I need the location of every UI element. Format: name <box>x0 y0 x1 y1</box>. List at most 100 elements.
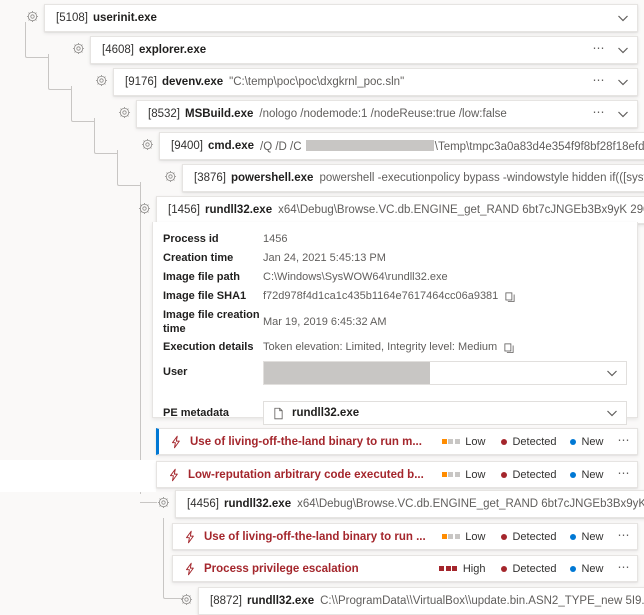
detail-label: Image file path <box>163 270 263 285</box>
chevron-down-icon[interactable] <box>615 42 631 58</box>
severity-square-empty <box>448 472 453 477</box>
alert-bolt-icon <box>167 468 181 482</box>
process-pid: [9176] <box>125 76 157 88</box>
detail-row-process-id: Process id 1456 <box>153 230 637 249</box>
pe-metadata-dropdown[interactable]: rundll32.exe <box>263 401 627 425</box>
process-row[interactable]: [8532] MSBuild.exe /nologo /nodemode:1 /… <box>137 101 637 127</box>
process-name: MSBuild.exe <box>185 108 253 120</box>
process-node-cmd[interactable]: [9400] cmd.exe /Q /D /C \Temp\tmpc3a0a83… <box>141 132 638 160</box>
detail-label: User <box>163 361 263 380</box>
more-actions-button[interactable]: ⋯ <box>589 107 616 121</box>
user-dropdown[interactable] <box>263 361 627 385</box>
more-actions-button[interactable]: ⋯ <box>589 43 616 57</box>
process-node-rundll32-1456[interactable]: [1456] rundll32.exe x64\Debug\Browse.VC.… <box>134 196 638 224</box>
process-args: C:\\ProgramData\\VirtualBox\\update.bin.… <box>320 595 644 607</box>
alert-row[interactable]: Process privilege escalation High Detect… <box>172 555 638 582</box>
process-pid: [1456] <box>168 204 200 216</box>
process-name: userinit.exe <box>93 12 157 24</box>
alert-row[interactable]: Use of living-off-the-land binary to run… <box>172 523 638 550</box>
severity-square-filled <box>452 566 457 571</box>
severity-indicator: Low <box>442 436 486 448</box>
process-pid: [9400] <box>171 140 203 152</box>
process-name: devenv.exe <box>162 76 223 88</box>
process-node-devenv[interactable]: [9176] devenv.exe "C:\temp\poc\poc\dxgkr… <box>95 68 638 96</box>
detail-value: f72d978f4d1ca1c435b1164e7617464cc06a9381 <box>263 289 498 304</box>
process-pid: [8872] <box>210 595 242 607</box>
process-row[interactable]: [4456] rundll32.exe x64\Debug\Browse.VC.… <box>176 491 644 517</box>
redacted-value <box>306 140 434 151</box>
process-gear-icon <box>95 74 108 87</box>
process-gear-icon <box>26 10 39 23</box>
process-node-rundll32-8872[interactable]: [8872] rundll32.exe C:\\ProgramData\\Vir… <box>180 587 638 615</box>
process-node-msbuild[interactable]: [8532] MSBuild.exe /nologo /nodemode:1 /… <box>118 100 638 128</box>
process-pid: [5108] <box>56 12 88 24</box>
alert-classification: New <box>570 531 603 543</box>
detail-row-image-file-path: Image file path C:\Windows\SysWOW64\rund… <box>153 268 637 287</box>
status-label: Detected <box>512 563 556 575</box>
severity-indicator: Low <box>442 469 486 481</box>
chevron-down-icon[interactable] <box>615 10 631 26</box>
detail-label: Process id <box>163 232 263 247</box>
alert-title: Use of living-off-the-land binary to run… <box>204 531 442 543</box>
severity-square-empty <box>455 534 460 539</box>
classification-label: New <box>581 563 603 575</box>
tree-connector <box>94 118 118 154</box>
process-gear-icon <box>118 106 131 119</box>
process-row[interactable]: [5108] userinit.exe <box>45 5 637 31</box>
detail-row-image-file-sha1: Image file SHA1 f72d978f4d1ca1c435b1164e… <box>153 287 637 306</box>
pe-metadata-value: rundll32.exe <box>292 407 359 419</box>
process-gear-icon <box>157 496 170 509</box>
chevron-down-icon[interactable] <box>615 74 631 90</box>
redacted-value <box>264 362 430 384</box>
alert-row[interactable]: Use of living-off-the-land binary to run… <box>156 428 638 455</box>
detail-row-execution-details: Execution details Token elevation: Limit… <box>153 338 637 357</box>
status-dot-icon <box>501 534 507 540</box>
alert-classification: New <box>570 436 603 448</box>
process-gear-icon <box>180 593 193 606</box>
process-row[interactable]: [8872] rundll32.exe C:\\ProgramData\\Vir… <box>199 588 644 614</box>
process-name: explorer.exe <box>139 44 206 56</box>
more-actions-button[interactable]: ⋯ <box>618 531 632 543</box>
process-args: "C:\temp\poc\poc\dxgkrnl_poc.sln" <box>229 76 582 88</box>
process-row[interactable]: [4608] explorer.exe ⋯ <box>91 37 637 63</box>
process-row[interactable]: [3876] powershell.exe powershell -execut… <box>183 165 644 191</box>
process-args: x64\Debug\Browse.VC.db.ENGINE_get_RAND 6… <box>278 204 644 216</box>
alert-bolt-icon <box>169 435 183 449</box>
chevron-down-icon[interactable] <box>604 405 620 421</box>
status-label: Detected <box>512 531 556 543</box>
copy-icon[interactable] <box>504 291 516 303</box>
more-actions-button[interactable]: ⋯ <box>589 75 616 89</box>
chevron-down-icon[interactable] <box>615 106 631 122</box>
detail-label: Creation time <box>163 251 263 266</box>
copy-icon[interactable] <box>503 342 515 354</box>
tree-connector <box>71 86 95 122</box>
process-node-explorer[interactable]: [4608] explorer.exe ⋯ <box>72 36 638 64</box>
severity-square-filled <box>442 472 447 477</box>
detail-value: Jan 24, 2021 5:45:13 PM <box>263 251 627 266</box>
more-actions-button[interactable]: ⋯ <box>618 469 632 481</box>
status-dot-icon <box>501 472 507 478</box>
status-label: Detected <box>512 436 556 448</box>
chevron-down-icon[interactable] <box>604 365 620 381</box>
process-gear-icon <box>141 138 154 151</box>
severity-square-filled <box>439 566 444 571</box>
process-gear-icon <box>72 42 85 55</box>
classification-dot-icon <box>570 439 576 445</box>
process-details-panel: Process id 1456 Creation time Jan 24, 20… <box>152 222 638 418</box>
process-gear-icon <box>164 170 177 183</box>
process-args: /nologo /nodemode:1 /nodeReuse:true /low… <box>259 108 582 120</box>
alert-row[interactable]: Low-reputation arbitrary code executed b… <box>156 461 638 488</box>
process-name: rundll32.exe <box>224 498 291 510</box>
process-row[interactable]: [1456] rundll32.exe x64\Debug\Browse.VC.… <box>157 197 644 223</box>
more-actions-button[interactable]: ⋯ <box>618 563 632 575</box>
process-node-userinit[interactable]: [5108] userinit.exe <box>26 4 638 32</box>
detail-value: C:\Windows\SysWOW64\rundll32.exe <box>263 270 627 285</box>
detail-row-pe-metadata: PE metadata rundll32.exe <box>153 387 637 427</box>
process-row[interactable]: [9400] cmd.exe /Q /D /C \Temp\tmpc3a0a83… <box>160 133 644 159</box>
process-row[interactable]: [9176] devenv.exe "C:\temp\poc\poc\dxgkr… <box>114 69 637 95</box>
more-actions-button[interactable]: ⋯ <box>618 436 632 448</box>
process-node-powershell[interactable]: [3876] powershell.exe powershell -execut… <box>164 164 638 192</box>
process-pid: [8532] <box>148 108 180 120</box>
process-node-rundll32-4456[interactable]: [4456] rundll32.exe x64\Debug\Browse.VC.… <box>157 490 638 518</box>
severity-square-empty <box>448 439 453 444</box>
